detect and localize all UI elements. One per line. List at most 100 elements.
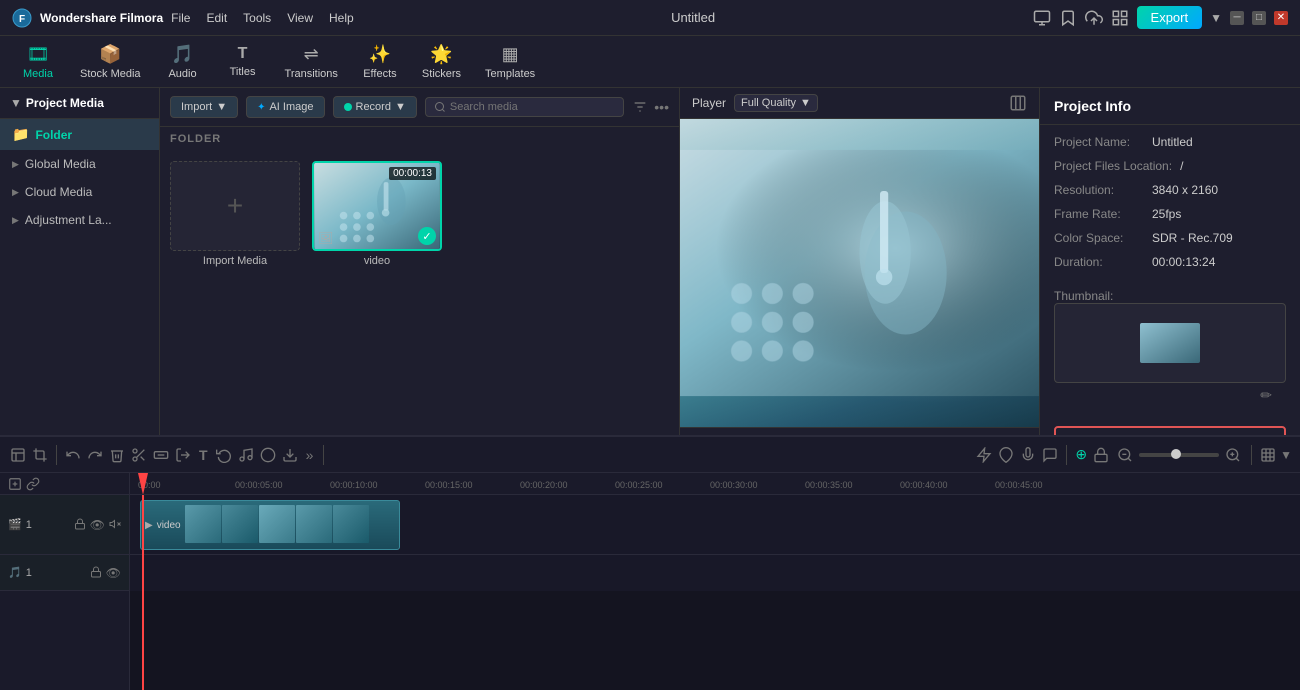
toolbar-templates[interactable]: ▦ Templates (473, 40, 547, 84)
sidebar-item-adjustment[interactable]: ▶ Adjustment La... (0, 206, 159, 234)
menu-edit[interactable]: Edit (206, 11, 227, 25)
preview-toolbar-left: Player Full Quality ▼ (692, 94, 818, 112)
project-media-title: ▼ Project Media (10, 96, 104, 110)
timeline-options-icon[interactable]: ▼ (1280, 448, 1292, 462)
apps-icon[interactable] (1111, 9, 1129, 27)
toolbar-transitions[interactable]: ⇌ Transitions (273, 40, 350, 84)
import-placeholder[interactable]: + (170, 161, 300, 251)
left-sidebar: ▼ Project Media 📁 Folder ▶ Global Media … (0, 88, 160, 483)
close-button[interactable]: ✕ (1274, 11, 1288, 25)
filter-icon[interactable] (632, 99, 648, 115)
maximize-button[interactable]: □ (1252, 11, 1266, 25)
record-dropdown-icon: ▼ (395, 101, 406, 113)
sidebar-title-text: Project Media (26, 96, 104, 110)
toolbar-stickers[interactable]: 🌟 Stickers (410, 40, 473, 84)
timeline-scissors-icon[interactable] (131, 447, 147, 463)
menu-file[interactable]: File (171, 11, 190, 25)
stickers-icon: 🌟 (430, 44, 452, 65)
timeline-audio-icon[interactable] (238, 447, 254, 463)
timeline-delete-icon[interactable] (109, 447, 125, 463)
record-label: Record (356, 101, 391, 113)
sidebar-item-global-media[interactable]: ▶ Global Media (0, 150, 159, 178)
record-button[interactable]: Record ▼ (333, 96, 417, 118)
timeline-more-icon[interactable]: » (306, 447, 314, 463)
toolbar-stock-media[interactable]: 📦 Stock Media (68, 40, 153, 84)
timeline-export-icon[interactable] (282, 447, 298, 463)
minimize-button[interactable]: ─ (1230, 11, 1244, 25)
expand-arrow-global: ▶ (12, 159, 19, 170)
ai-image-button[interactable]: ✦ AI Image (246, 96, 324, 118)
timeline-marker-icon[interactable] (998, 447, 1014, 463)
folder-section-label: FOLDER (160, 127, 679, 151)
video-track-header: 🎬 1 👁 (0, 495, 129, 555)
title-bar: F Wondershare Filmora File Edit Tools Vi… (0, 0, 1300, 36)
quality-select[interactable]: Full Quality ▼ (734, 94, 818, 112)
menu-view[interactable]: View (287, 11, 313, 25)
timeline-mic-icon[interactable] (1020, 447, 1036, 463)
video-audio-off-icon[interactable] (109, 518, 121, 530)
video-media-item[interactable]: 00:00:13 ✓ 🖼 video (312, 161, 442, 267)
cloud-upload-icon[interactable] (1085, 9, 1103, 27)
timeline-trim-icon[interactable] (153, 447, 169, 463)
timeline-rotate-icon[interactable] (216, 447, 232, 463)
timeline-select-icon[interactable] (10, 447, 26, 463)
video-thumbnail[interactable]: 00:00:13 ✓ 🖼 (312, 161, 442, 251)
export-dropdown-icon[interactable]: ▼ (1210, 11, 1222, 25)
clip-label: video (157, 520, 181, 531)
timeline-caption-icon[interactable] (1042, 447, 1058, 463)
sidebar-folder[interactable]: 📁 Folder (0, 119, 159, 150)
timeline-redo-icon[interactable] (87, 447, 103, 463)
menu-help[interactable]: Help (329, 11, 354, 25)
import-button[interactable]: Import ▼ (170, 96, 238, 118)
search-input[interactable] (450, 101, 615, 113)
cloud-media-label: Cloud Media (25, 185, 92, 199)
video-lock-icon[interactable] (74, 518, 86, 530)
color-space-label: Color Space: (1054, 231, 1144, 245)
ruler-mark-40: 00:00:40:00 (900, 480, 948, 490)
export-button[interactable]: Export (1137, 6, 1203, 29)
timeline-undo-icon[interactable] (65, 447, 81, 463)
toolbar-stickers-label: Stickers (422, 68, 461, 80)
sidebar-item-cloud-media[interactable]: ▶ Cloud Media (0, 178, 159, 206)
add-track-icon[interactable] (8, 477, 22, 491)
menu-tools[interactable]: Tools (243, 11, 271, 25)
toolbar-effects[interactable]: ✨ Effects (350, 40, 410, 84)
app-brand: Wondershare Filmora (40, 11, 163, 25)
zoom-slider-thumb[interactable] (1171, 449, 1181, 459)
toolbar-titles[interactable]: T Titles (213, 40, 273, 84)
zoom-out-icon[interactable] (1117, 447, 1133, 463)
quality-dropdown-icon: ▼ (800, 97, 811, 109)
timeline-split-icon[interactable] (175, 447, 191, 463)
timeline-color-icon[interactable] (260, 447, 276, 463)
track-headers: 🎬 1 👁 🎵 1 👁 (0, 473, 130, 690)
project-files-label: Project Files Location: (1054, 159, 1172, 173)
timeline-grid-icon[interactable] (1260, 447, 1276, 463)
zoom-slider-track[interactable] (1139, 453, 1219, 457)
timeline-speed-icon[interactable] (976, 447, 992, 463)
video-track-lane: ▶ video (130, 495, 1300, 555)
more-options-icon[interactable]: ••• (654, 99, 669, 115)
monitor-icon[interactable] (1033, 9, 1051, 27)
link-tracks-icon[interactable] (26, 477, 40, 491)
audio-lock-icon[interactable] (90, 566, 102, 578)
timeline-text-icon[interactable]: T (199, 447, 208, 463)
collapse-arrow[interactable]: ▼ (10, 96, 22, 110)
adjustment-label: Adjustment La... (25, 213, 112, 227)
zoom-in-icon[interactable] (1225, 447, 1241, 463)
bookmark-icon[interactable] (1059, 9, 1077, 27)
toolbar-audio-label: Audio (168, 68, 196, 80)
video-clip[interactable]: ▶ video (140, 500, 400, 550)
sidebar-header: ▼ Project Media (0, 88, 159, 119)
timeline-magnet-icon[interactable]: ⊕ (1075, 446, 1087, 463)
import-media-item[interactable]: + Import Media (170, 161, 300, 267)
timeline-crop-icon[interactable] (32, 447, 48, 463)
timeline-toolbar: T » ⊕ ▼ (0, 437, 1300, 473)
preview-expand-icon[interactable] (1009, 94, 1027, 112)
toolbar-audio[interactable]: 🎵 Audio (153, 40, 213, 84)
tl-sep-1 (56, 445, 57, 465)
audio-eye-icon[interactable]: 👁 (106, 566, 121, 580)
timeline-lock-icon[interactable] (1093, 447, 1109, 463)
pencil-icon[interactable]: ✏ (1260, 387, 1272, 404)
video-eye-icon[interactable]: 👁 (90, 518, 105, 532)
toolbar-media[interactable]: 🎞 Media (8, 40, 68, 84)
